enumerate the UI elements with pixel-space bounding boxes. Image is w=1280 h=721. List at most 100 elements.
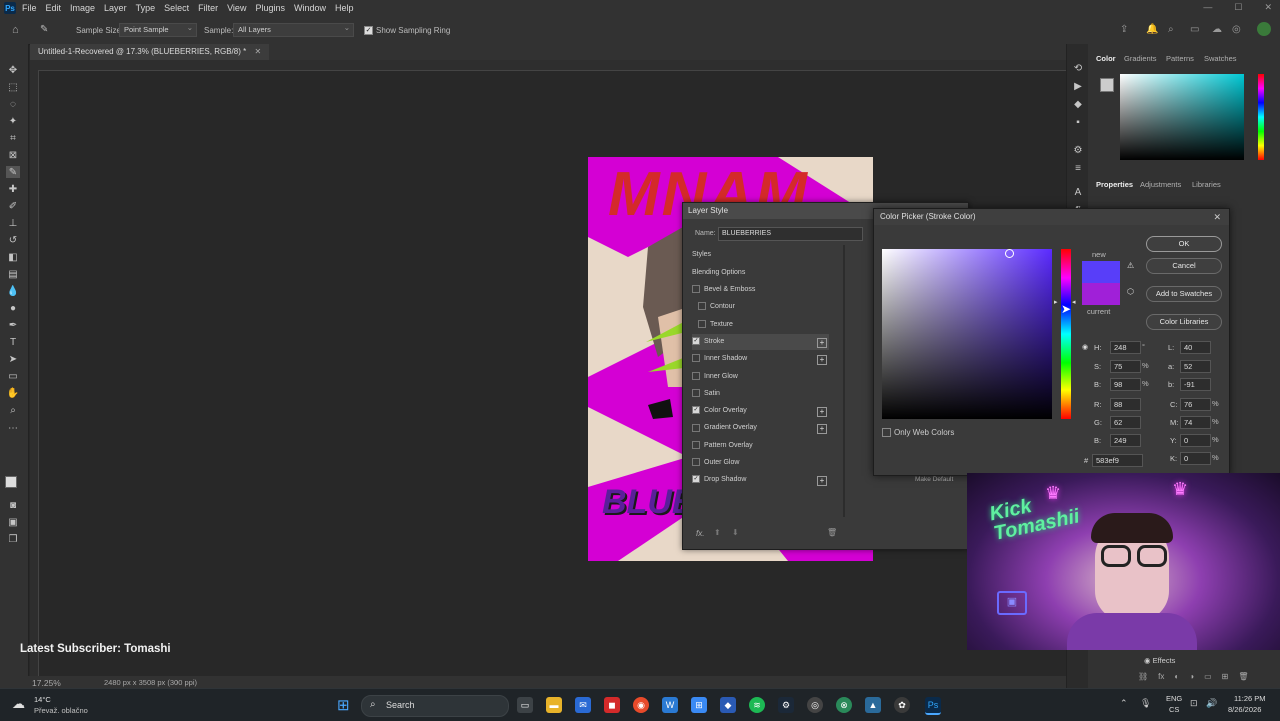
pen-tool-icon[interactable]: ✒ [6, 319, 20, 331]
avatar[interactable] [1257, 22, 1271, 36]
h-radio-icon[interactable]: ◉ [1082, 343, 1088, 351]
layer-style-checkbox[interactable] [692, 354, 700, 363]
tab-color[interactable]: Color [1096, 54, 1116, 63]
layer-style-checkbox[interactable]: ✓ [692, 337, 700, 346]
menu-plugins[interactable]: Plugins [255, 3, 285, 13]
history-panel-icon[interactable]: ⟲ [1071, 62, 1085, 74]
steam-icon[interactable]: ⚙ [778, 697, 794, 713]
chrome-icon[interactable]: ◉ [633, 697, 649, 713]
sliders-panel-icon[interactable]: ≡ [1071, 162, 1085, 174]
menu-view[interactable]: View [227, 3, 246, 13]
eyedropper-icon[interactable]: ✎ [6, 166, 20, 178]
network-icon[interactable]: ⊡ [1190, 698, 1198, 709]
artboard-icon[interactable]: ❐ [6, 533, 20, 545]
move-down-icon[interactable]: ⬇ [732, 528, 739, 537]
adjustment-icon[interactable]: ◑ [1189, 672, 1194, 681]
group-icon[interactable]: ▭ [1204, 672, 1212, 681]
ok-button[interactable]: OK [1146, 236, 1222, 252]
gradient-tool-icon[interactable]: ▤ [6, 268, 20, 280]
make-default-button[interactable]: Make Default [915, 476, 953, 483]
tab-libraries[interactable]: Libraries [1192, 180, 1221, 189]
photos-icon[interactable]: ▲ [865, 697, 881, 713]
clone-stamp-icon[interactable]: ⊥ [6, 217, 20, 229]
layer-style-item[interactable]: ✓ Color Overlay + [692, 403, 829, 419]
weather-icon[interactable]: ☁ [12, 696, 25, 712]
add-effect-icon[interactable]: + [817, 476, 827, 487]
g-field[interactable]: 62 [1110, 416, 1141, 429]
menu-edit[interactable]: Edit [46, 3, 62, 13]
layer-style-checkbox[interactable] [692, 371, 700, 380]
color-field-marker[interactable] [1005, 249, 1014, 258]
more-tools-icon[interactable]: ⋯ [6, 422, 20, 434]
workspace-icon[interactable]: ▭ [1190, 24, 1199, 35]
healing-brush-icon[interactable]: ✚ [6, 183, 20, 195]
screen-mode-icon[interactable]: ▣ [6, 516, 20, 528]
start-menu-icon[interactable]: ⊞ [337, 696, 350, 714]
show-sampling-ring-checkbox[interactable]: ✓ Show Sampling Ring [364, 26, 450, 36]
obs-icon[interactable]: ◎ [807, 697, 823, 713]
layer-style-item[interactable]: Texture [692, 317, 835, 333]
menu-file[interactable]: File [22, 3, 37, 13]
r-field[interactable]: 88 [1110, 398, 1141, 411]
zoom-tool-icon[interactable]: ⌕ [6, 404, 20, 416]
comments-panel-icon[interactable]: ▪ [1071, 116, 1085, 128]
eyedropper-tool-icon[interactable]: ✎ [40, 24, 48, 35]
sample-size-select[interactable]: Point Sample [119, 22, 197, 37]
taskbar-search[interactable]: ⌕ Search [361, 695, 509, 717]
tray-overflow-icon[interactable]: ⌃ [1120, 698, 1128, 709]
file-explorer-icon[interactable]: ▬ [546, 697, 562, 713]
mask-icon[interactable]: ◐ [1174, 672, 1179, 681]
character-panel-icon[interactable]: A [1071, 186, 1085, 198]
eraser-tool-icon[interactable]: ◧ [6, 251, 20, 263]
mail-icon[interactable]: ✉ [575, 697, 591, 713]
xbox-icon[interactable]: ⊗ [836, 697, 852, 713]
lab-b-field[interactable]: -91 [1180, 378, 1211, 391]
add-effect-icon[interactable]: + [817, 355, 827, 366]
word-icon[interactable]: W [662, 697, 678, 713]
frame-tool-icon[interactable]: ⊠ [6, 149, 20, 161]
help-icon[interactable]: ◎ [1232, 24, 1241, 35]
color-libraries-button[interactable]: Color Libraries [1146, 314, 1222, 330]
layer-style-item[interactable]: Inner Glow [692, 369, 829, 385]
layer-style-checkbox[interactable]: ✓ [692, 406, 700, 415]
layer-style-item[interactable]: Inner Shadow + [692, 351, 829, 367]
tab-properties[interactable]: Properties [1096, 180, 1133, 189]
notifications-icon[interactable]: 🔔 [1146, 24, 1158, 35]
sample-select[interactable]: All Layers [233, 22, 354, 37]
out-of-gamut-warning-icon[interactable]: ⚠ [1127, 261, 1134, 270]
layer-style-item[interactable]: Pattern Overlay [692, 438, 829, 454]
add-effect-icon[interactable]: + [817, 424, 827, 435]
layer-style-item[interactable]: Satin [692, 386, 829, 402]
close-dialog-icon[interactable]: ✕ [1213, 212, 1221, 223]
m-field[interactable]: 74 [1180, 416, 1211, 429]
move-up-icon[interactable]: ⬆ [714, 528, 721, 537]
dodge-tool-icon[interactable]: ● [6, 302, 20, 314]
document-tab[interactable]: Untitled-1-Recovered @ 17.3% (BLUEBERRIE… [30, 44, 270, 60]
layer-style-checkbox[interactable] [692, 388, 700, 397]
tab-adjustments[interactable]: Adjustments [1140, 180, 1181, 189]
layer-style-checkbox[interactable] [692, 423, 700, 432]
add-to-swatches-button[interactable]: Add to Swatches [1146, 286, 1222, 302]
h-field[interactable]: 248 [1110, 341, 1141, 354]
chatgpt-icon[interactable]: ✿ [894, 697, 910, 713]
k-field[interactable]: 0 [1180, 452, 1211, 465]
menu-layer[interactable]: Layer [104, 3, 127, 13]
delete-effect-icon[interactable]: 🗑 [827, 528, 837, 537]
layer-style-item[interactable]: Gradient Overlay + [692, 420, 829, 436]
home-icon[interactable]: ⌂ [12, 24, 19, 36]
delete-layer-icon[interactable]: 🗑 [1238, 672, 1248, 681]
menu-filter[interactable]: Filter [198, 3, 218, 13]
cancel-button[interactable]: Cancel [1146, 258, 1222, 274]
hex-field[interactable]: 583ef9 [1092, 454, 1143, 467]
zoom-level[interactable]: 17.25% [32, 678, 61, 688]
menu-type[interactable]: Type [136, 3, 156, 13]
layer-style-checkbox[interactable] [692, 458, 700, 467]
actions-panel-icon[interactable]: ▶ [1071, 80, 1085, 92]
lasso-tool-icon[interactable]: ◌ [6, 98, 20, 110]
close-tab-icon[interactable]: ✕ [254, 47, 261, 56]
crop-tool-icon[interactable]: ⌗ [6, 132, 20, 144]
layer-style-item[interactable]: ✓ Drop Shadow + [692, 472, 829, 488]
minimize-icon[interactable]: — [1203, 2, 1212, 13]
menu-select[interactable]: Select [164, 3, 189, 13]
layer-name-input[interactable]: BLUEBERRIES [718, 227, 863, 241]
